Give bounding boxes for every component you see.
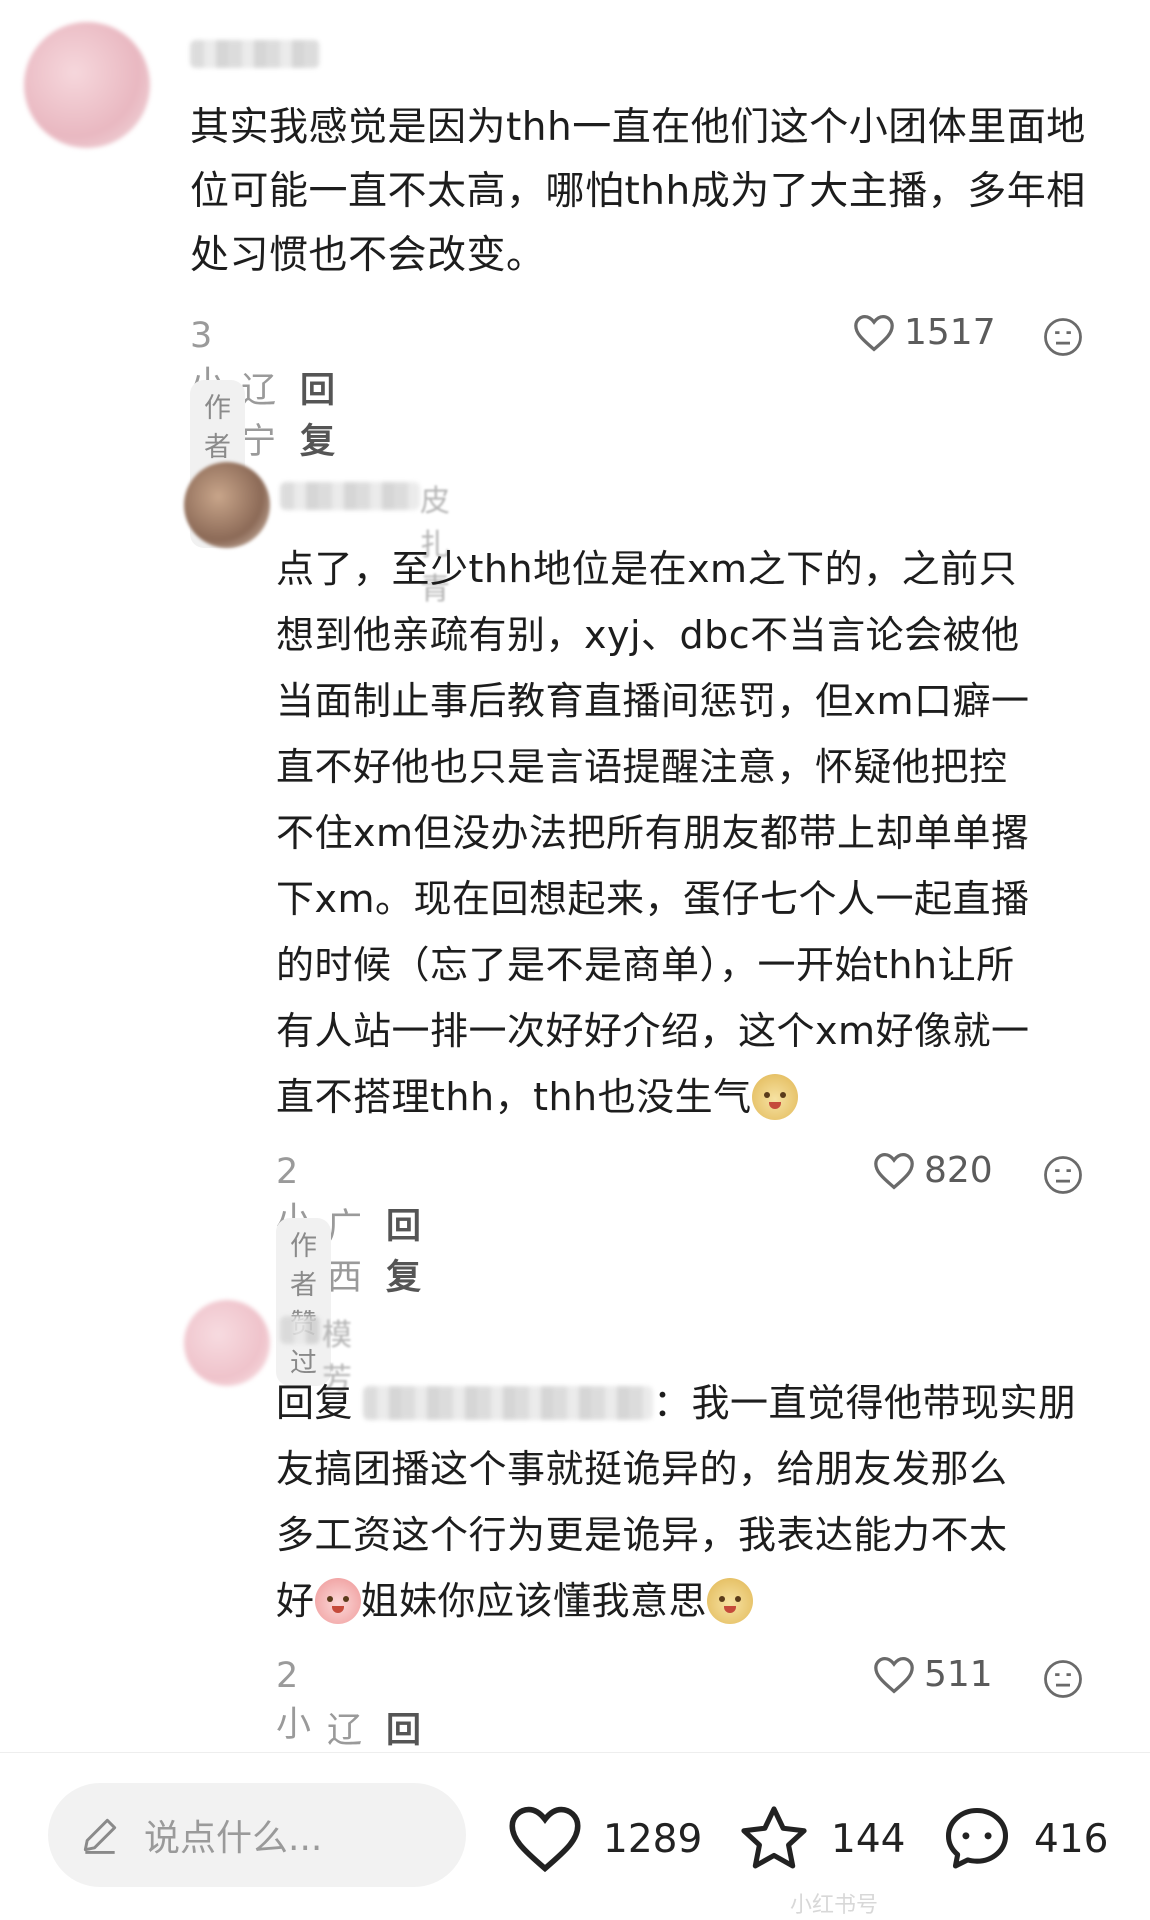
comment-location: 广西 [327, 1206, 363, 1298]
watermark: 小红书号 [790, 1893, 879, 1918]
text-line: 多工资这个行为更是诡异，我表达能力不太 [276, 1513, 1008, 1557]
emoji-icon [751, 1074, 798, 1120]
reply-button[interactable]: 回复 [386, 1198, 421, 1300]
text-line-content: 好 [276, 1579, 315, 1623]
comment-button[interactable]: 416 [938, 1801, 1108, 1877]
text-line: 点了，至少thh地位是在xm之下的，之前只 [276, 547, 1018, 591]
comment-input-placeholder: 说点什么... [144, 1818, 323, 1859]
chat-bubble-icon [945, 1807, 1009, 1869]
favorite-count: 144 [831, 1816, 906, 1862]
meh-face-icon[interactable] [1042, 1154, 1084, 1196]
emoji-icon [707, 1578, 754, 1624]
comment-text: 回复 ：我一直觉得他带现实朋 友搞团播这个事就挺诡异的，给朋友发那么 多工资这个行… [276, 1370, 1126, 1634]
like-button[interactable]: 1517 [852, 312, 996, 353]
text-line-content: 直不搭理thh，thh也没生气 [276, 1075, 752, 1119]
bottom-action-bar: 说点什么... 1289 144 416 小红书号 [0, 1752, 1150, 1920]
text-line-content: 姐妹你应该懂我意思 [360, 1579, 708, 1623]
text-line: 回复 ：我一直觉得他带现实朋 [276, 1370, 1126, 1436]
like-count: 511 [924, 1654, 993, 1695]
username-blurred[interactable] [190, 40, 320, 68]
pencil-icon [83, 1818, 117, 1854]
username-blurred[interactable] [280, 1316, 320, 1344]
like-count: 820 [924, 1150, 993, 1191]
comment-input[interactable]: 说点什么... [48, 1783, 466, 1887]
post-like-count: 1289 [603, 1816, 703, 1862]
avatar[interactable] [24, 22, 150, 148]
comment-location: 辽宁 [241, 370, 277, 462]
favorite-button[interactable]: 144 [735, 1801, 905, 1877]
text-line: 友搞团播这个事就挺诡异的，给朋友发那么 [276, 1447, 1008, 1491]
meh-face-icon[interactable] [1042, 316, 1084, 358]
star-icon [741, 1806, 807, 1869]
avatar[interactable] [184, 1300, 270, 1386]
text-line: 的时候（忘了是不是商单），一开始thh让所 [276, 943, 1015, 987]
text-line: 下xm。现在回想起来，蛋仔七个人一起直播 [276, 877, 1030, 921]
reply-target-blurred[interactable] [363, 1386, 654, 1420]
comment-text: 其实我感觉是因为thh一直在他们这个小团体里面地位可能一直不太高，哪怕thh成为… [190, 105, 1086, 278]
heart-icon [854, 314, 894, 352]
text-line: 好 姐妹你应该懂我意思 [276, 1568, 1126, 1634]
reply-button[interactable]: 回复 [300, 362, 335, 464]
comment-count: 416 [1034, 1816, 1109, 1862]
text-line: 想到他亲疏有别，xyj、dbc不当言论会被他 [276, 613, 1020, 657]
heart-icon [874, 1152, 914, 1190]
text-line: 有人站一排一次好好介绍，这个xm好像就一 [276, 1009, 1030, 1053]
heart-icon [509, 1806, 581, 1873]
comment-text: 点了，至少thh地位是在xm之下的，之前只 想到他亲疏有别，xyj、dbc不当言… [276, 536, 1126, 1130]
heart-icon [874, 1656, 914, 1694]
text-line: 直不搭理thh，thh也没生气 [276, 1064, 1126, 1130]
like-post-button[interactable]: 1289 [505, 1803, 702, 1875]
text-line: 当面制止事后教育直播间惩罚，但xm口癖一 [276, 679, 1030, 723]
crying-emoji-icon [314, 1578, 361, 1624]
meh-face-icon[interactable] [1042, 1658, 1084, 1700]
text-line: 不住xm但没办法把所有朋友都带上却单单撂 [276, 811, 1030, 855]
like-count: 1517 [904, 312, 996, 353]
like-button[interactable]: 511 [872, 1654, 993, 1695]
avatar[interactable] [184, 462, 270, 548]
text-line-content: ：我一直觉得他带现实朋 [653, 1381, 1077, 1425]
like-button[interactable]: 820 [872, 1150, 993, 1191]
text-line: 直不好他也只是言语提醒注意，怀疑他把控 [276, 745, 1008, 789]
reply-prefix: 回复 [276, 1381, 354, 1425]
username-blurred[interactable] [280, 482, 420, 510]
